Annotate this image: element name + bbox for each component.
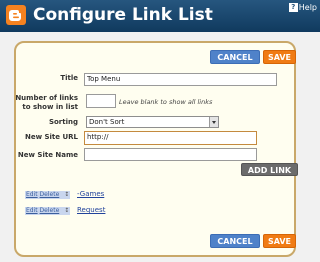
- cancel-button-bottom[interactable]: CANCEL: [210, 234, 260, 248]
- add-link-button[interactable]: ADD LINK: [241, 163, 298, 176]
- new-site-name-field[interactable]: [84, 148, 257, 161]
- save-button-bottom[interactable]: SAVE: [263, 234, 296, 248]
- count-label-line1: Number of links: [15, 94, 78, 102]
- edit-link-1[interactable]: Edit: [26, 207, 38, 214]
- sort-handle-icon[interactable]: ↕: [64, 207, 69, 214]
- app-header: Configure Link List ? Help: [0, 0, 320, 32]
- count-hint: Leave blank to show all links: [119, 98, 213, 106]
- page-title: Configure Link List: [33, 5, 213, 25]
- link-item-1[interactable]: Request: [77, 206, 105, 215]
- delete-link-0[interactable]: Delete: [40, 191, 60, 198]
- new-site-url-field[interactable]: http://: [84, 131, 257, 145]
- link-controls-1: Edit Delete ↕: [25, 207, 71, 215]
- sort-handle-icon[interactable]: ↕: [64, 191, 69, 198]
- link-count-field[interactable]: [86, 94, 116, 108]
- chevron-down-icon[interactable]: [209, 117, 218, 127]
- blogger-logo-icon: [6, 5, 26, 25]
- title-label: Title: [60, 74, 78, 82]
- link-item-0[interactable]: -Games: [77, 190, 104, 199]
- link-controls-0: Edit Delete ↕: [25, 191, 71, 199]
- name-label: New Site Name: [17, 151, 78, 159]
- count-label-line2: to show in list: [22, 103, 78, 111]
- title-field[interactable]: Top Menu: [84, 73, 277, 86]
- delete-link-1[interactable]: Delete: [40, 207, 60, 214]
- cancel-button-top[interactable]: CANCEL: [210, 50, 260, 64]
- help-label: Help: [298, 3, 317, 12]
- help-link[interactable]: ? Help: [288, 3, 317, 13]
- help-icon: ?: [288, 3, 298, 12]
- url-label: New Site URL: [24, 133, 78, 141]
- save-button-top[interactable]: SAVE: [263, 50, 296, 64]
- sorting-label: Sorting: [48, 118, 78, 126]
- sorting-select[interactable]: Don't Sort: [86, 116, 219, 128]
- edit-link-0[interactable]: Edit: [26, 191, 38, 198]
- sorting-value: Don't Sort: [89, 118, 125, 126]
